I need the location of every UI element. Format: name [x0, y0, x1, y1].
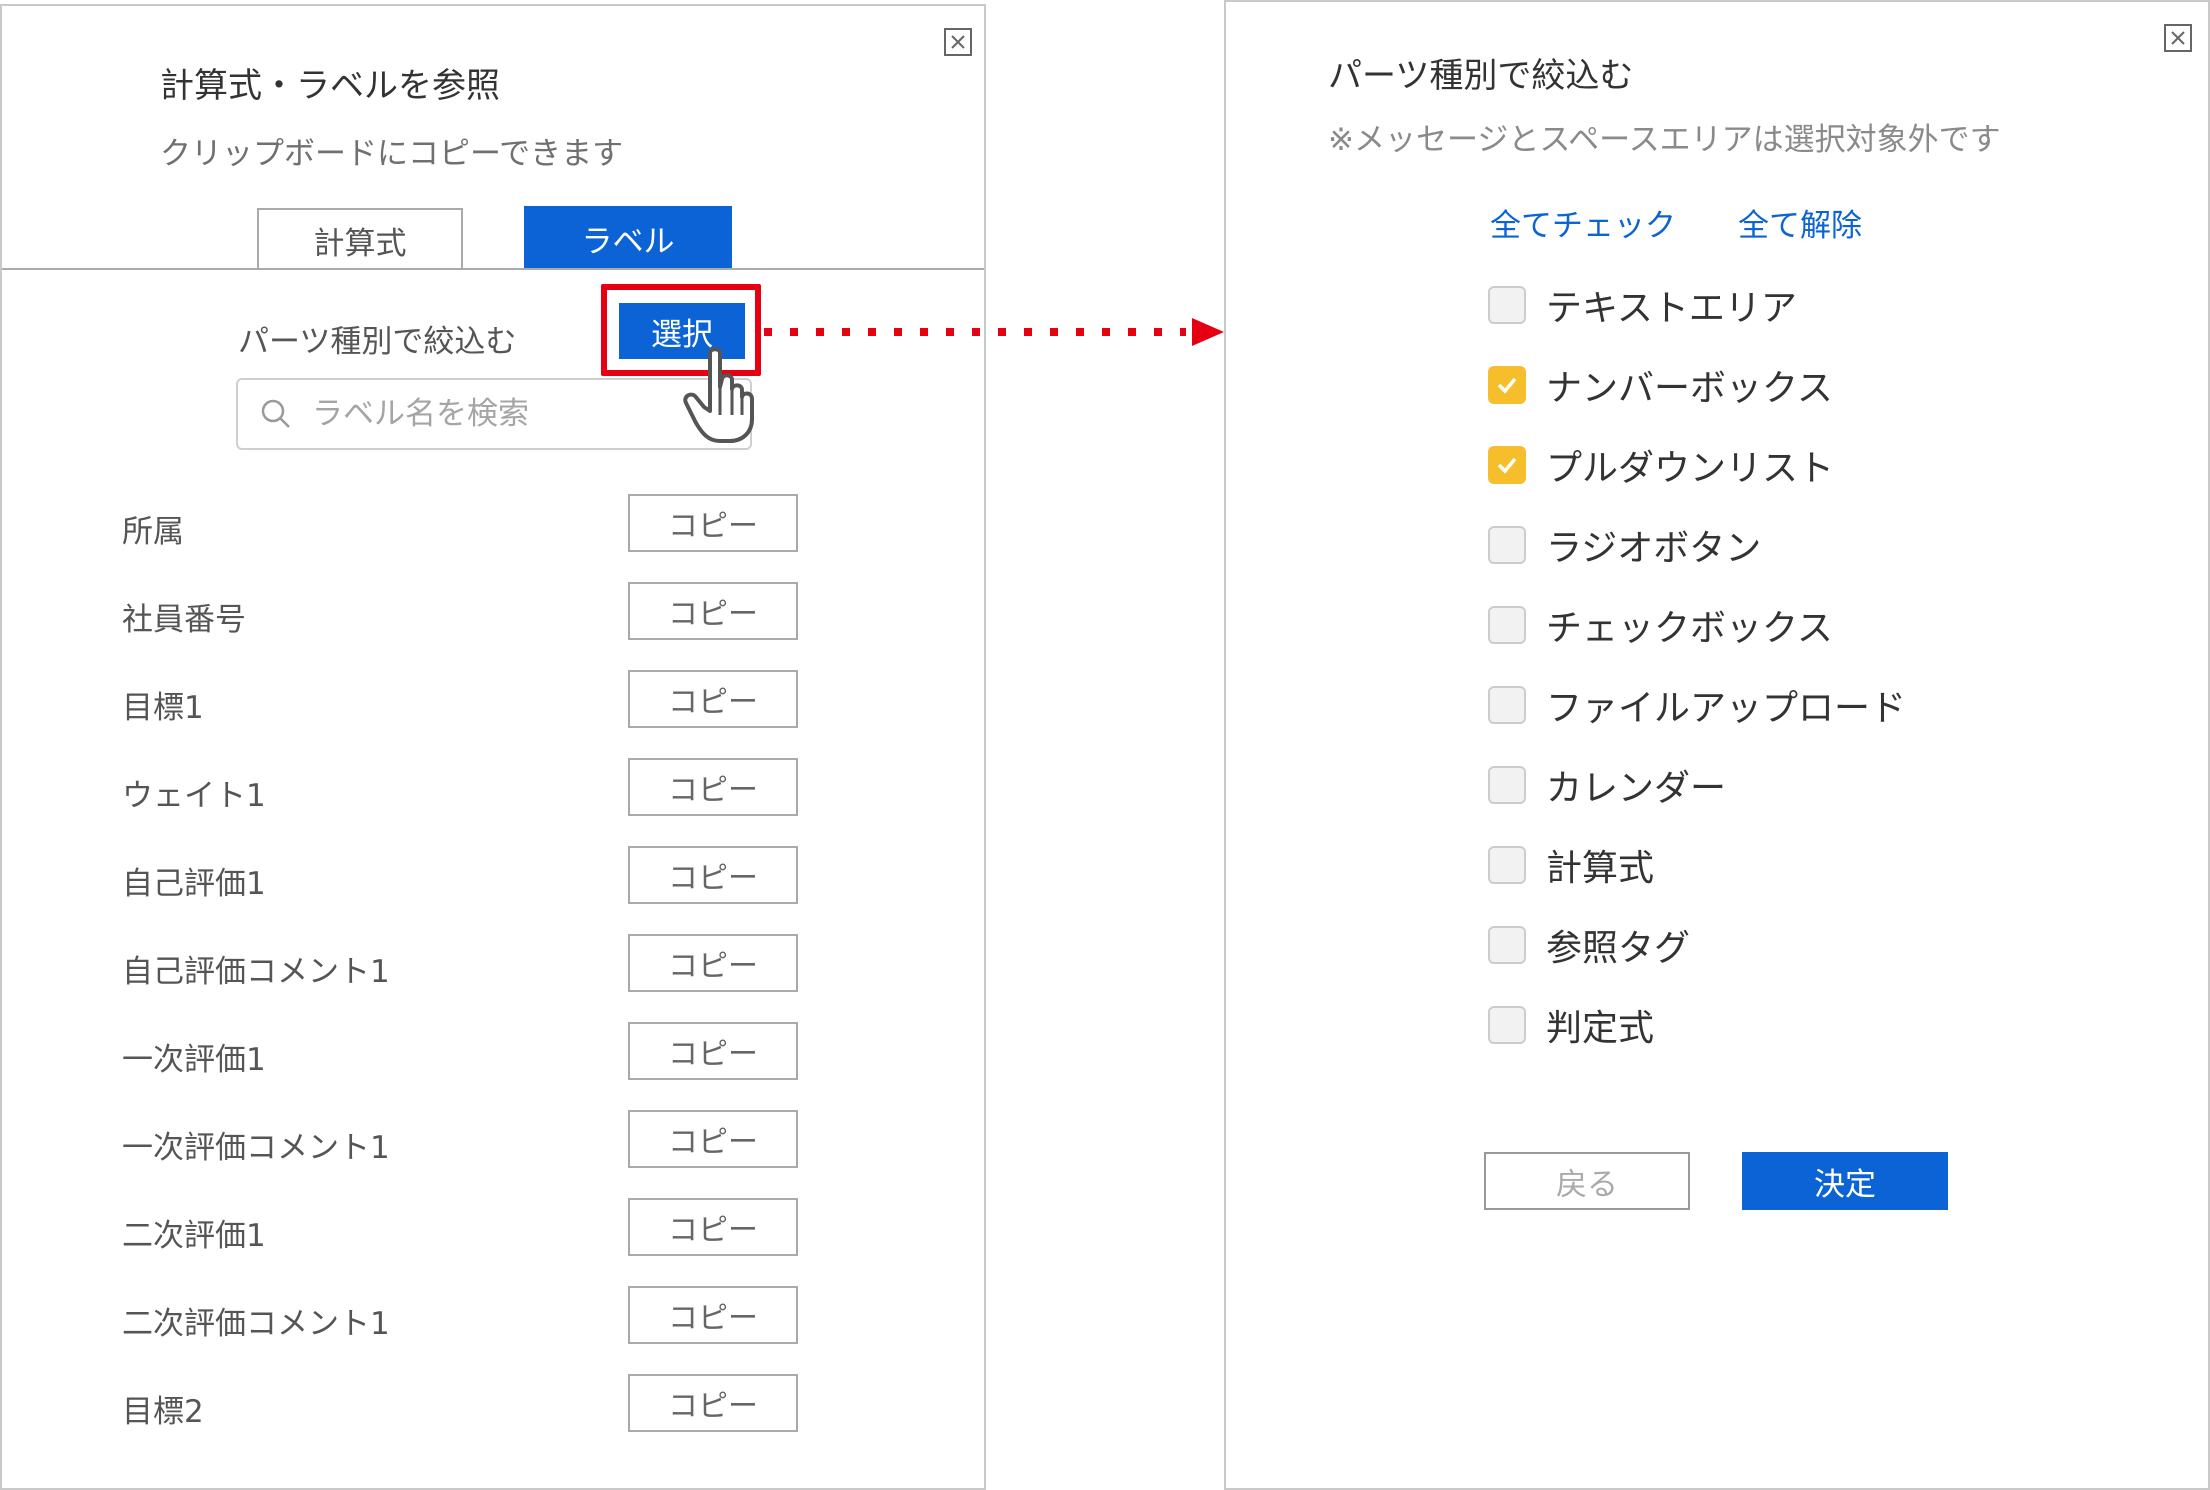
list-item: 目標1 コピー	[2, 670, 982, 730]
checkbox[interactable]	[1488, 606, 1526, 644]
option-calendar[interactable]: カレンダー	[1488, 760, 1726, 810]
label-name: 目標2	[122, 1394, 204, 1430]
option-number-box[interactable]: ナンバーボックス	[1488, 360, 1833, 410]
option-label: テキストエリア	[1546, 288, 1797, 329]
reference-dialog: 計算式・ラベルを参照 クリップボードにコピーできます 計算式 ラベル パーツ種別…	[0, 4, 986, 1490]
checkbox[interactable]	[1488, 286, 1526, 324]
checkbox[interactable]	[1488, 686, 1526, 724]
option-label: ナンバーボックス	[1546, 368, 1833, 409]
option-label: ファイルアップロード	[1546, 688, 1907, 729]
checkbox[interactable]	[1488, 526, 1526, 564]
option-textarea[interactable]: テキストエリア	[1488, 280, 1797, 330]
copy-button[interactable]: コピー	[628, 494, 798, 552]
check-icon	[1497, 377, 1517, 394]
copy-button[interactable]: コピー	[628, 846, 798, 904]
option-pulldown[interactable]: プルダウンリスト	[1488, 440, 1834, 490]
list-item: 二次評価コメント1 コピー	[2, 1286, 982, 1346]
arrow-right-icon	[764, 318, 1224, 346]
list-item: 二次評価1 コピー	[2, 1198, 982, 1258]
option-label: 判定式	[1546, 1008, 1655, 1049]
filter-title: パーツ種別で絞込む	[1328, 56, 1634, 96]
back-button[interactable]: 戻る	[1484, 1152, 1690, 1210]
option-label: チェックボックス	[1546, 608, 1833, 649]
option-label: 計算式	[1546, 848, 1655, 889]
option-judgement[interactable]: 判定式	[1488, 1000, 1654, 1050]
label-name: 目標1	[122, 690, 204, 726]
copy-button[interactable]: コピー	[628, 934, 798, 992]
list-item: 社員番号 コピー	[2, 582, 982, 642]
copy-button[interactable]: コピー	[628, 1374, 798, 1432]
label-name: 所属	[122, 514, 184, 550]
search-box[interactable]	[236, 378, 752, 450]
option-formula[interactable]: 計算式	[1488, 840, 1654, 890]
tab-label[interactable]: ラベル	[524, 206, 732, 270]
option-label: プルダウンリスト	[1546, 448, 1835, 489]
check-all-link[interactable]: 全てチェック	[1490, 200, 1676, 245]
copy-button[interactable]: コピー	[628, 1198, 798, 1256]
checkbox[interactable]	[1488, 1006, 1526, 1044]
option-radio[interactable]: ラジオボタン	[1488, 520, 1761, 570]
list-item: 一次評価コメント1 コピー	[2, 1110, 982, 1170]
option-label: ラジオボタン	[1546, 528, 1762, 569]
list-item: ウェイト1 コピー	[2, 758, 982, 818]
option-label: 参照タグ	[1546, 928, 1691, 969]
list-item: 自己評価コメント1 コピー	[2, 934, 982, 994]
copy-button[interactable]: コピー	[628, 758, 798, 816]
hand-pointer-icon	[683, 347, 754, 443]
check-icon	[1497, 457, 1517, 474]
ok-button[interactable]: 決定	[1742, 1152, 1948, 1210]
checkbox[interactable]	[1488, 366, 1526, 404]
dialog-title: 計算式・ラベルを参照	[160, 66, 500, 106]
tab-divider	[2, 268, 984, 270]
label-name: 一次評価コメント1	[122, 1130, 390, 1166]
copy-button[interactable]: コピー	[628, 1286, 798, 1344]
close-icon[interactable]	[944, 28, 972, 56]
label-name: 自己評価1	[122, 866, 266, 902]
label-name: ウェイト1	[122, 778, 266, 814]
checkbox[interactable]	[1488, 926, 1526, 964]
copy-button[interactable]: コピー	[628, 1110, 798, 1168]
label-name: 社員番号	[122, 602, 246, 638]
filter-note: ※メッセージとスペースエリアは選択対象外です	[1328, 122, 2001, 158]
filter-dialog	[1224, 0, 2210, 1490]
search-input[interactable]	[310, 395, 744, 433]
option-checkbox[interactable]: チェックボックス	[1488, 600, 1833, 650]
checkbox[interactable]	[1488, 846, 1526, 884]
uncheck-all-link[interactable]: 全て解除	[1738, 200, 1862, 245]
copy-button[interactable]: コピー	[628, 1022, 798, 1080]
checkbox[interactable]	[1488, 766, 1526, 804]
dialog-subtitle: クリップボードにコピーできます	[160, 136, 624, 172]
label-name: 自己評価コメント1	[122, 954, 390, 990]
label-name: 二次評価1	[122, 1218, 266, 1254]
option-reference-tag[interactable]: 参照タグ	[1488, 920, 1690, 970]
copy-button[interactable]: コピー	[628, 582, 798, 640]
filter-label: パーツ種別で絞込む	[238, 324, 517, 360]
option-label: カレンダー	[1546, 768, 1727, 809]
copy-button[interactable]: コピー	[628, 670, 798, 728]
tab-formula[interactable]: 計算式	[257, 208, 463, 270]
list-item: 所属 コピー	[2, 494, 982, 554]
close-icon[interactable]	[2164, 24, 2192, 52]
checkbox[interactable]	[1488, 446, 1526, 484]
search-icon	[261, 399, 290, 428]
list-item: 自己評価1 コピー	[2, 846, 982, 906]
label-name: 二次評価コメント1	[122, 1306, 390, 1342]
list-item: 一次評価1 コピー	[2, 1022, 982, 1082]
list-item: 目標2 コピー	[2, 1374, 982, 1434]
label-name: 一次評価1	[122, 1042, 266, 1078]
option-file-upload[interactable]: ファイルアップロード	[1488, 680, 1906, 730]
